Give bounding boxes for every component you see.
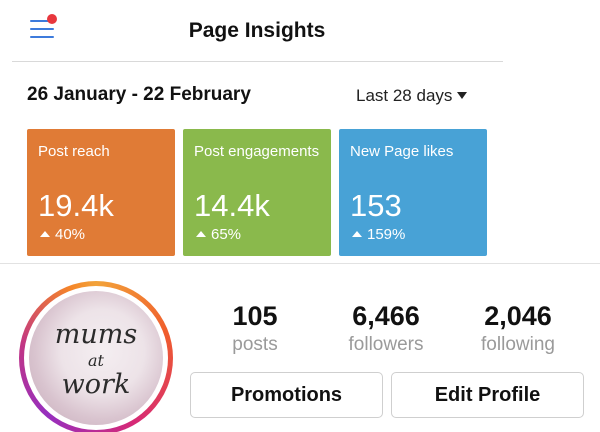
date-range: 26 January - 22 February	[27, 84, 251, 105]
stat-label: followers	[348, 334, 424, 355]
post-reach-tile[interactable]: Post reach 19.4k 40%	[27, 129, 175, 256]
up-arrow-icon	[196, 231, 206, 237]
promotions-button[interactable]: Promotions	[190, 372, 383, 418]
new-page-likes-tile[interactable]: New Page likes 153 159%	[339, 129, 487, 256]
stat-value: 2,046	[484, 301, 552, 331]
header-divider	[12, 61, 503, 62]
avatar-logo-text: at	[88, 351, 104, 370]
tile-value: 19.4k	[38, 188, 114, 223]
tile-change: 65%	[196, 226, 241, 243]
up-arrow-icon	[40, 231, 50, 237]
tile-change-value: 40%	[55, 226, 86, 243]
page-title: Page Insights	[188, 19, 326, 42]
avatar[interactable]: mums at work	[19, 281, 173, 432]
avatar-logo-text: mums	[54, 319, 138, 350]
caret-down-icon	[457, 92, 468, 99]
tile-label: Post reach	[38, 143, 110, 160]
avatar-border: mums at work	[24, 286, 168, 430]
tile-label: New Page likes	[350, 143, 454, 160]
period-label: Last 28 days	[356, 86, 453, 105]
tile-change-value: 159%	[367, 226, 406, 243]
tile-change: 159%	[352, 226, 405, 243]
period-dropdown[interactable]: Last 28 days	[356, 86, 468, 106]
avatar-logo-text: work	[61, 369, 131, 400]
header: Page Insights	[0, 0, 600, 62]
avatar-image: mums at work	[29, 291, 163, 425]
tile-change-value: 65%	[211, 226, 242, 243]
posts-stat[interactable]: 105 posts	[195, 301, 315, 356]
tile-value: 14.4k	[194, 188, 270, 223]
post-engagements-tile[interactable]: Post engagements 14.4k 65%	[183, 129, 331, 256]
following-stat[interactable]: 2,046 following	[458, 301, 578, 356]
section-divider	[0, 263, 600, 264]
tile-change: 40%	[40, 226, 85, 243]
tile-label: Post engagements	[194, 143, 320, 160]
edit-profile-button[interactable]: Edit Profile	[391, 372, 584, 418]
tile-value: 153	[350, 188, 402, 223]
followers-stat[interactable]: 6,466 followers	[326, 301, 446, 356]
stat-label: posts	[232, 334, 278, 355]
stat-label: following	[481, 334, 555, 355]
stat-value: 105	[232, 301, 278, 331]
up-arrow-icon	[352, 231, 362, 237]
stat-value: 6,466	[352, 301, 420, 331]
